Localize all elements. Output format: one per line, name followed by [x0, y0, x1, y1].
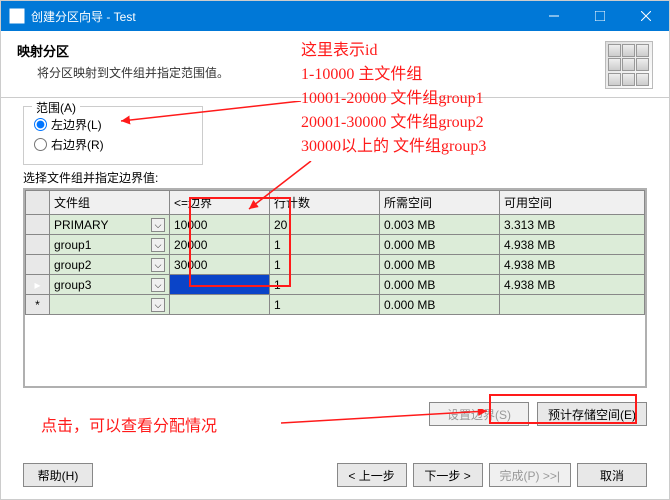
titlebar: 创建分区向导 - Test [1, 1, 669, 31]
cell-reqspace: 0.000 MB [380, 295, 500, 315]
prev-button[interactable]: < 上一步 [337, 463, 407, 487]
next-button[interactable]: 下一步 > [413, 463, 483, 487]
header-icon [605, 41, 653, 89]
window-title: 创建分区向导 - Test [31, 8, 531, 25]
col-reqspace[interactable]: 所需空间 [380, 191, 500, 215]
close-button[interactable] [623, 1, 669, 31]
cell-fg[interactable]: group2 [54, 258, 91, 272]
wizard-footer: 帮助(H) < 上一步 下一步 > 完成(P) >>| 取消 [23, 463, 647, 487]
cell-availspace: 4.938 MB [500, 275, 645, 295]
table-row[interactable]: group2 ⌵ 30000 1 0.000 MB 4.938 MB [26, 255, 645, 275]
app-icon [9, 8, 25, 24]
col-rowcount[interactable]: 行计数 [270, 191, 380, 215]
page-subtitle: 将分区映射到文件组并指定范围值。 [37, 64, 605, 81]
maximize-button[interactable] [577, 1, 623, 31]
cell-boundary[interactable] [170, 275, 270, 295]
cell-availspace: 3.313 MB [500, 215, 645, 235]
page-title: 映射分区 [17, 41, 605, 60]
cell-reqspace: 0.000 MB [380, 255, 500, 275]
cancel-button[interactable]: 取消 [577, 463, 647, 487]
cell-reqspace: 0.003 MB [380, 215, 500, 235]
dropdown-icon[interactable]: ⌵ [151, 238, 165, 252]
col-boundary[interactable]: <=边界 [170, 191, 270, 215]
cell-rowcount: 20 [270, 215, 380, 235]
cell-fg[interactable]: PRIMARY [54, 218, 108, 232]
right-boundary-label: 右边界(R) [51, 136, 104, 153]
col-filegroup[interactable]: 文件组 [50, 191, 170, 215]
wizard-header: 映射分区 将分区映射到文件组并指定范围值。 [1, 31, 669, 98]
set-boundary-button: 设置边界(S) [429, 402, 529, 426]
cell-fg[interactable]: group3 [54, 278, 91, 292]
dropdown-icon[interactable]: ⌵ [151, 258, 165, 272]
cell-boundary[interactable] [170, 295, 270, 315]
table-row[interactable]: PRIMARY ⌵ 10000 20 0.003 MB 3.313 MB [26, 215, 645, 235]
cell-fg[interactable]: group1 [54, 238, 91, 252]
cell-boundary[interactable]: 20000 [170, 235, 270, 255]
cell-rowcount: 1 [270, 255, 380, 275]
cell-availspace: 4.938 MB [500, 255, 645, 275]
grid-label: 选择文件组并指定边界值: [23, 169, 647, 186]
cell-availspace [500, 295, 645, 315]
filegroup-grid[interactable]: 文件组 <=边界 行计数 所需空间 可用空间 PRIMARY ⌵ 10000 20… [23, 188, 647, 388]
cell-boundary[interactable]: 10000 [170, 215, 270, 235]
cell-availspace: 4.938 MB [500, 235, 645, 255]
dropdown-icon[interactable]: ⌵ [151, 298, 165, 312]
cell-rowcount: 1 [270, 295, 380, 315]
cell-boundary[interactable]: 30000 [170, 255, 270, 275]
table-row[interactable]: ▸ group3⌵ 1 0.000 MB 4.938 MB [26, 275, 645, 295]
range-legend: 范围(A) [32, 99, 80, 116]
estimate-space-button[interactable]: 预计存储空间(E) [537, 402, 647, 426]
left-boundary-label: 左边界(L) [51, 116, 102, 133]
finish-button: 完成(P) >>| [489, 463, 571, 487]
table-row[interactable]: * ⌵ 1 0.000 MB [26, 295, 645, 315]
dropdown-icon[interactable]: ⌵ [151, 278, 165, 292]
left-boundary-radio[interactable] [34, 118, 47, 131]
right-boundary-radio[interactable] [34, 138, 47, 151]
col-availspace[interactable]: 可用空间 [500, 191, 645, 215]
dropdown-icon[interactable]: ⌵ [151, 218, 165, 232]
table-row[interactable]: group1 ⌵ 20000 1 0.000 MB 4.938 MB [26, 235, 645, 255]
cell-rowcount: 1 [270, 275, 380, 295]
help-button[interactable]: 帮助(H) [23, 463, 93, 487]
cell-rowcount: 1 [270, 235, 380, 255]
row-header-col [26, 191, 50, 215]
range-fieldset: 范围(A) 左边界(L) 右边界(R) [23, 106, 203, 165]
cell-reqspace: 0.000 MB [380, 275, 500, 295]
minimize-button[interactable] [531, 1, 577, 31]
cell-reqspace: 0.000 MB [380, 235, 500, 255]
